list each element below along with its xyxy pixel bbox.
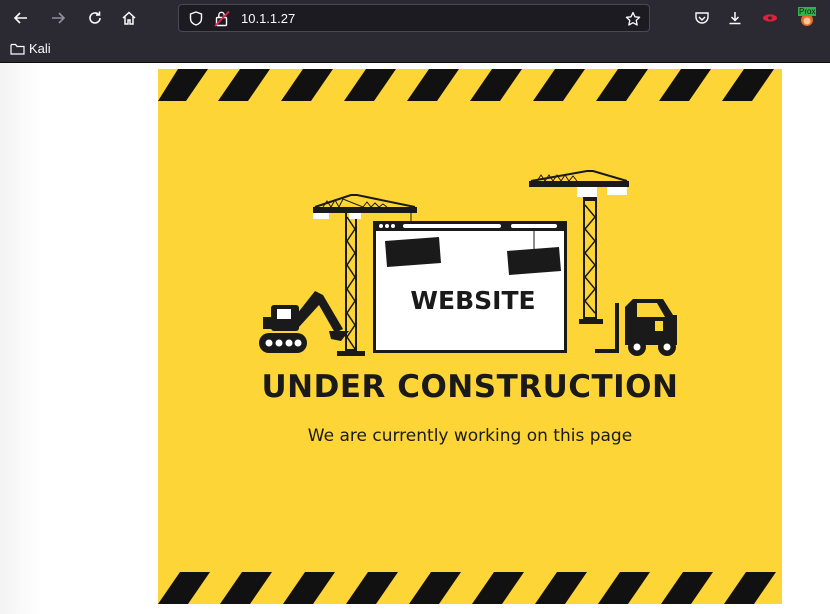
folder-icon — [10, 43, 25, 55]
top-hazard-stripes — [158, 69, 774, 101]
bottom-hazard-stripes — [158, 572, 776, 604]
home-icon — [122, 11, 136, 25]
page-margin — [0, 63, 40, 614]
arrow-right-icon — [52, 12, 66, 24]
reload-icon — [89, 11, 101, 24]
excavator — [259, 291, 349, 353]
red-eye-extension-icon — [763, 14, 777, 22]
download-icon — [729, 12, 741, 25]
reload-button[interactable] — [83, 6, 107, 30]
forward-button[interactable] — [46, 6, 70, 30]
url-text: 10.1.1.27 — [241, 11, 296, 26]
bookmark-folder-kali[interactable]: Kali — [10, 41, 51, 56]
construction-illustration — [259, 170, 677, 356]
home-button[interactable] — [117, 6, 141, 30]
page-content: WEBSITE UNDER CONSTRUCTION We are curren… — [0, 63, 830, 614]
extension-button-red[interactable] — [758, 6, 782, 30]
under-construction-heading: UNDER CONSTRUCTION — [261, 369, 679, 405]
bookmark-star-icon[interactable] — [625, 11, 641, 27]
pocket-icon — [695, 12, 709, 24]
pocket-button[interactable] — [690, 6, 714, 30]
proxy-extension-badge: Prox — [798, 7, 817, 16]
website-label: WEBSITE — [410, 286, 536, 315]
arrow-left-icon — [13, 12, 27, 24]
insecure-lock-icon[interactable] — [214, 10, 230, 27]
bookmark-folder-label: Kali — [29, 41, 51, 56]
bookmarks-toolbar — [0, 36, 830, 63]
status-message: We are currently working on this page — [307, 426, 633, 446]
under-construction-image: WEBSITE UNDER CONSTRUCTION We are curren… — [158, 69, 782, 604]
forklift — [595, 299, 677, 356]
back-button[interactable] — [9, 6, 33, 30]
browser-toolbar: 10.1.1.27 Prox — [0, 0, 830, 36]
downloads-button[interactable] — [723, 6, 747, 30]
tracking-protection-shield-icon[interactable] — [189, 11, 203, 26]
address-bar[interactable]: 10.1.1.27 — [178, 4, 650, 32]
